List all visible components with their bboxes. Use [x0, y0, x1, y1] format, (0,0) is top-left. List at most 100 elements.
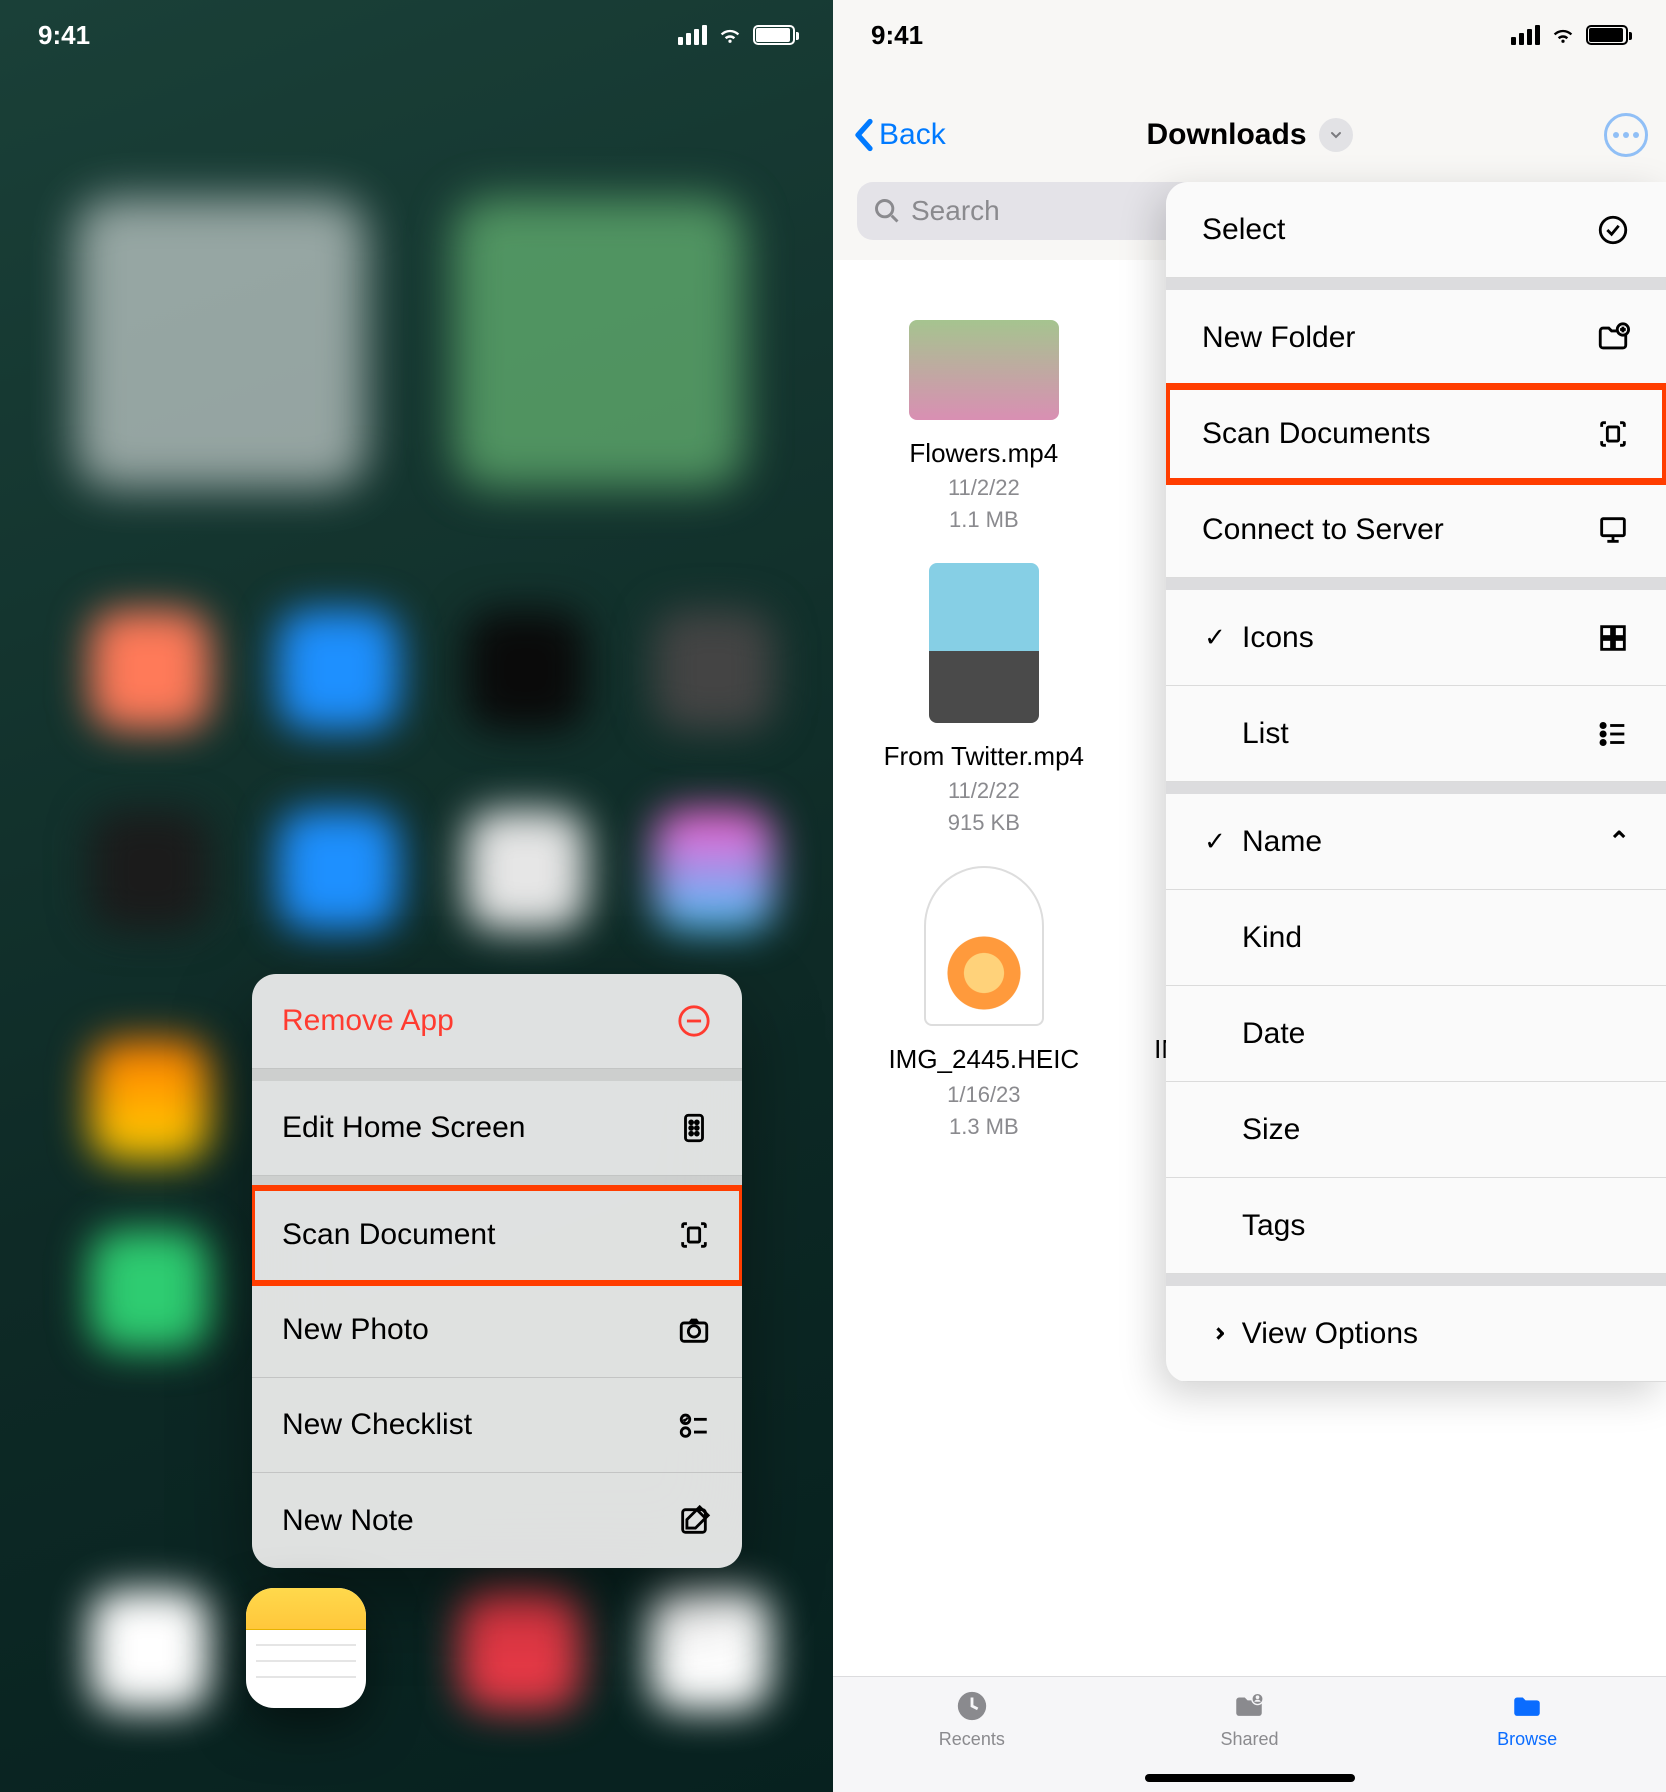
file-item[interactable]: From Twitter.mp4 11/2/22 915 KB: [851, 553, 1117, 856]
wifi-icon: [1550, 19, 1576, 52]
popover-sort-name[interactable]: ✓Name ⌃: [1166, 794, 1666, 890]
menu-new-checklist[interactable]: New Checklist: [252, 1378, 742, 1473]
file-size: 1.3 MB: [949, 1114, 1019, 1140]
popover-label-wrap: Tags: [1202, 1209, 1305, 1243]
popover-label: Select: [1202, 213, 1285, 247]
menu-label: Scan Document: [282, 1218, 495, 1252]
more-options-button[interactable]: [1604, 113, 1648, 157]
popover-label: New Folder: [1202, 321, 1355, 355]
menu-label: New Photo: [282, 1313, 429, 1347]
shared-folder-icon: [1231, 1689, 1267, 1723]
popover-sort-date[interactable]: Date: [1166, 986, 1666, 1082]
file-item[interactable]: IMG_2445.HEIC 1/16/23 1.3 MB: [851, 856, 1117, 1159]
popover-label: View Options: [1242, 1317, 1418, 1351]
checkmark-icon: ✓: [1202, 826, 1228, 857]
toolbar-popover: Select New Folder Scan Documents Connect…: [1166, 182, 1666, 1382]
status-time: 9:41: [871, 20, 923, 51]
back-button[interactable]: Back: [853, 117, 946, 153]
nav-bar: Back Downloads: [833, 105, 1666, 165]
scan-document-icon: [676, 1217, 712, 1253]
tab-shared[interactable]: Shared: [1189, 1689, 1309, 1750]
server-icon: [1596, 513, 1630, 547]
notes-app-icon[interactable]: [246, 1588, 366, 1708]
apps-grid-icon: [676, 1110, 712, 1146]
status-bar: 9:41: [833, 0, 1666, 70]
tab-recents[interactable]: Recents: [912, 1689, 1032, 1750]
nav-title-text: Downloads: [1146, 118, 1306, 152]
tab-label: Shared: [1220, 1729, 1278, 1750]
file-item[interactable]: Flowers.mp4 11/2/22 1.1 MB: [851, 280, 1117, 553]
status-time: 9:41: [38, 20, 90, 51]
list-icon: [1596, 717, 1630, 751]
new-folder-icon: [1596, 321, 1630, 355]
menu-label: Edit Home Screen: [282, 1111, 525, 1145]
popover-label: Tags: [1242, 1209, 1305, 1243]
menu-edit-home-screen[interactable]: Edit Home Screen: [252, 1081, 742, 1176]
menu-new-note[interactable]: New Note: [252, 1473, 742, 1568]
status-bar: 9:41: [0, 0, 833, 70]
popover-label-wrap: Size: [1202, 1113, 1300, 1147]
popover-sort-size[interactable]: Size: [1166, 1082, 1666, 1178]
menu-label: New Checklist: [282, 1408, 472, 1442]
popover-label-wrap: Date: [1202, 1017, 1305, 1051]
menu-separator: [252, 1069, 742, 1081]
cellular-signal-icon: [1511, 25, 1540, 45]
popover-label: Scan Documents: [1202, 417, 1430, 451]
file-size: 915 KB: [948, 810, 1020, 836]
popover-label: Connect to Server: [1202, 513, 1444, 547]
file-name: Flowers.mp4: [909, 438, 1058, 469]
select-circle-icon: [1596, 213, 1630, 247]
grid-icon: [1596, 621, 1630, 655]
popover-label-wrap: ✓Icons: [1202, 621, 1314, 655]
popover-label-wrap: Kind: [1202, 921, 1302, 955]
checkmark-placeholder: [1202, 718, 1228, 749]
checklist-icon: [676, 1407, 712, 1443]
file-thumbnail: [924, 866, 1044, 1026]
notes-context-menu: Remove App Edit Home Screen Scan Documen…: [252, 974, 742, 1568]
popover-connect-server[interactable]: Connect to Server: [1166, 482, 1666, 578]
popover-new-folder[interactable]: New Folder: [1166, 290, 1666, 386]
file-date: 11/2/22: [948, 778, 1020, 804]
menu-scan-document[interactable]: Scan Document: [252, 1188, 742, 1283]
search-icon: [873, 197, 901, 225]
popover-label-wrap: List: [1202, 717, 1289, 751]
popover-label: List: [1242, 717, 1289, 751]
checkmark-icon: ✓: [1202, 622, 1228, 653]
status-icons: [678, 19, 795, 52]
popover-label: Date: [1242, 1017, 1305, 1051]
file-date: 1/16/23: [947, 1082, 1020, 1108]
ellipsis-icon: [1613, 132, 1639, 138]
popover-label-wrap: ✓Name: [1202, 825, 1322, 859]
search-placeholder: Search: [911, 195, 1000, 227]
file-thumbnail: [929, 563, 1039, 723]
back-label: Back: [879, 118, 946, 152]
tab-browse[interactable]: Browse: [1467, 1689, 1587, 1750]
menu-separator: [252, 1176, 742, 1188]
menu-remove-app[interactable]: Remove App: [252, 974, 742, 1069]
minus-circle-icon: [676, 1003, 712, 1039]
tab-bar: Recents Shared Browse: [833, 1676, 1666, 1792]
phone-files-app: 9:41 Back Downloads Search Flowers.mp4: [833, 0, 1666, 1792]
status-icons: [1511, 19, 1628, 52]
popover-select[interactable]: Select: [1166, 182, 1666, 278]
clock-icon: [954, 1689, 990, 1723]
nav-title[interactable]: Downloads: [1146, 118, 1352, 152]
popover-sort-tags[interactable]: Tags: [1166, 1178, 1666, 1274]
popover-scan-documents[interactable]: Scan Documents: [1166, 386, 1666, 482]
file-date: 11/2/22: [948, 475, 1020, 501]
popover-sort-kind[interactable]: Kind: [1166, 890, 1666, 986]
chevron-right-icon: ⌃: [1197, 1323, 1228, 1345]
battery-icon: [1586, 25, 1628, 45]
home-indicator[interactable]: [1145, 1774, 1355, 1782]
popover-label-wrap: ⌃View Options: [1202, 1317, 1418, 1351]
popover-label: Kind: [1242, 921, 1302, 955]
popover-view-icons[interactable]: ✓Icons: [1166, 590, 1666, 686]
popover-view-list[interactable]: List: [1166, 686, 1666, 782]
cellular-signal-icon: [678, 25, 707, 45]
file-thumbnail: [909, 320, 1059, 420]
file-name: IMG_2445.HEIC: [888, 1044, 1079, 1075]
folder-icon: [1509, 1689, 1545, 1723]
popover-view-options[interactable]: ⌃ View Options: [1166, 1286, 1666, 1382]
chevron-down-icon: [1319, 118, 1353, 152]
menu-new-photo[interactable]: New Photo: [252, 1283, 742, 1378]
